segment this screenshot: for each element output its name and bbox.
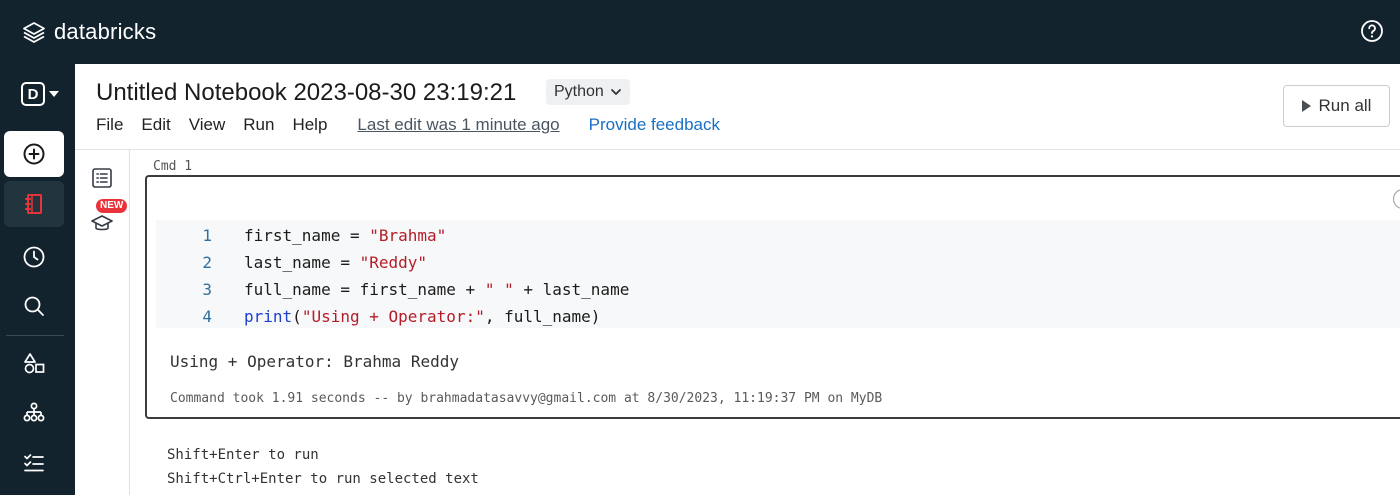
run-hint: Shift+Enter to run: [167, 447, 319, 463]
last-edit-link[interactable]: Last edit was 1 minute ago: [357, 115, 559, 135]
code-line: 3 full_name = first_name + " " + last_na…: [156, 276, 629, 303]
workspace-switcher[interactable]: D: [21, 82, 59, 106]
line-number: 2: [202, 253, 212, 272]
top-bar: databricks: [0, 0, 1400, 64]
left-sidebar: D: [0, 64, 75, 495]
code-line: 4 print("Using + Operator:", full_name): [156, 303, 600, 330]
provide-feedback-link[interactable]: Provide feedback: [589, 115, 720, 135]
code-text: first_name = "Brahma": [244, 226, 447, 245]
menu-view[interactable]: View: [189, 115, 226, 135]
checklist-icon: [24, 454, 44, 472]
run-all-label: Run all: [1318, 96, 1372, 115]
notebook-icon: [25, 194, 42, 214]
line-number: 3: [202, 280, 212, 299]
play-icon: [1301, 100, 1311, 112]
code-text: print("Using + Operator:", full_name): [244, 307, 601, 326]
language-dropdown[interactable]: Python: [546, 79, 630, 105]
sidebar-item-tasks[interactable]: [4, 440, 64, 486]
menu-edit[interactable]: Edit: [141, 115, 170, 135]
chevron-down-icon: [49, 91, 59, 97]
cell-menu-icon[interactable]: [1393, 189, 1400, 209]
sidebar-item-notebook[interactable]: [4, 181, 64, 227]
menu-bar: File Edit View Run Help Last edit was 1 …: [96, 115, 720, 135]
sidebar-divider: [6, 335, 64, 336]
menu-file[interactable]: File: [96, 115, 123, 135]
search-icon: [24, 296, 44, 316]
databricks-logo[interactable]: databricks: [22, 19, 156, 45]
table-of-contents-icon[interactable]: [92, 168, 112, 188]
sidebar-item-create[interactable]: [4, 131, 64, 177]
brand-name: databricks: [54, 19, 157, 44]
new-badge: NEW: [96, 199, 128, 213]
run-selected-hint: Shift+Ctrl+Enter to run selected text: [167, 471, 479, 487]
workspace-badge: D: [21, 82, 45, 106]
cell-output: Using + Operator: Brahma Reddy: [170, 352, 459, 371]
code-line: 2 last_name = "Reddy": [156, 249, 427, 276]
line-number: 4: [202, 307, 212, 326]
chevron-down-icon: [610, 89, 621, 95]
databricks-logo-icon: [23, 22, 45, 43]
notebook-cell[interactable]: 1 first_name = "Brahma" 2 last_name = "R…: [145, 175, 1400, 419]
graduation-cap-icon[interactable]: [91, 214, 113, 234]
code-text: full_name = first_name + " " + last_name: [244, 280, 630, 299]
notebook-title[interactable]: Untitled Notebook 2023-08-30 23:19:21: [96, 79, 516, 107]
menu-help[interactable]: Help: [292, 115, 327, 135]
line-number: 1: [202, 226, 212, 245]
cell-command-label: Cmd 1: [153, 159, 193, 174]
code-text: last_name = "Reddy": [244, 253, 428, 272]
sidebar-item-search[interactable]: [4, 283, 64, 329]
sidebar-item-catalog[interactable]: [4, 340, 64, 386]
clock-icon: [23, 246, 45, 268]
sidebar-item-workflows[interactable]: [4, 390, 64, 436]
sidebar-item-recents[interactable]: [4, 234, 64, 280]
shapes-icon: [24, 353, 45, 374]
workflow-icon: [23, 402, 45, 422]
language-label: Python: [554, 83, 604, 100]
menu-run[interactable]: Run: [243, 115, 274, 135]
run-all-button[interactable]: Run all: [1283, 85, 1390, 127]
code-line: 1 first_name = "Brahma": [156, 222, 446, 249]
help-circle-icon[interactable]: [1360, 19, 1384, 43]
command-duration: Command took 1.91 seconds -- by brahmada…: [170, 391, 883, 406]
code-editor[interactable]: 1 first_name = "Brahma" 2 last_name = "R…: [156, 220, 1400, 328]
plus-circle-icon: [23, 143, 45, 165]
notebook-header: Untitled Notebook 2023-08-30 23:19:21 Py…: [75, 64, 1400, 150]
notebook-side-rail: NEW: [75, 150, 130, 495]
